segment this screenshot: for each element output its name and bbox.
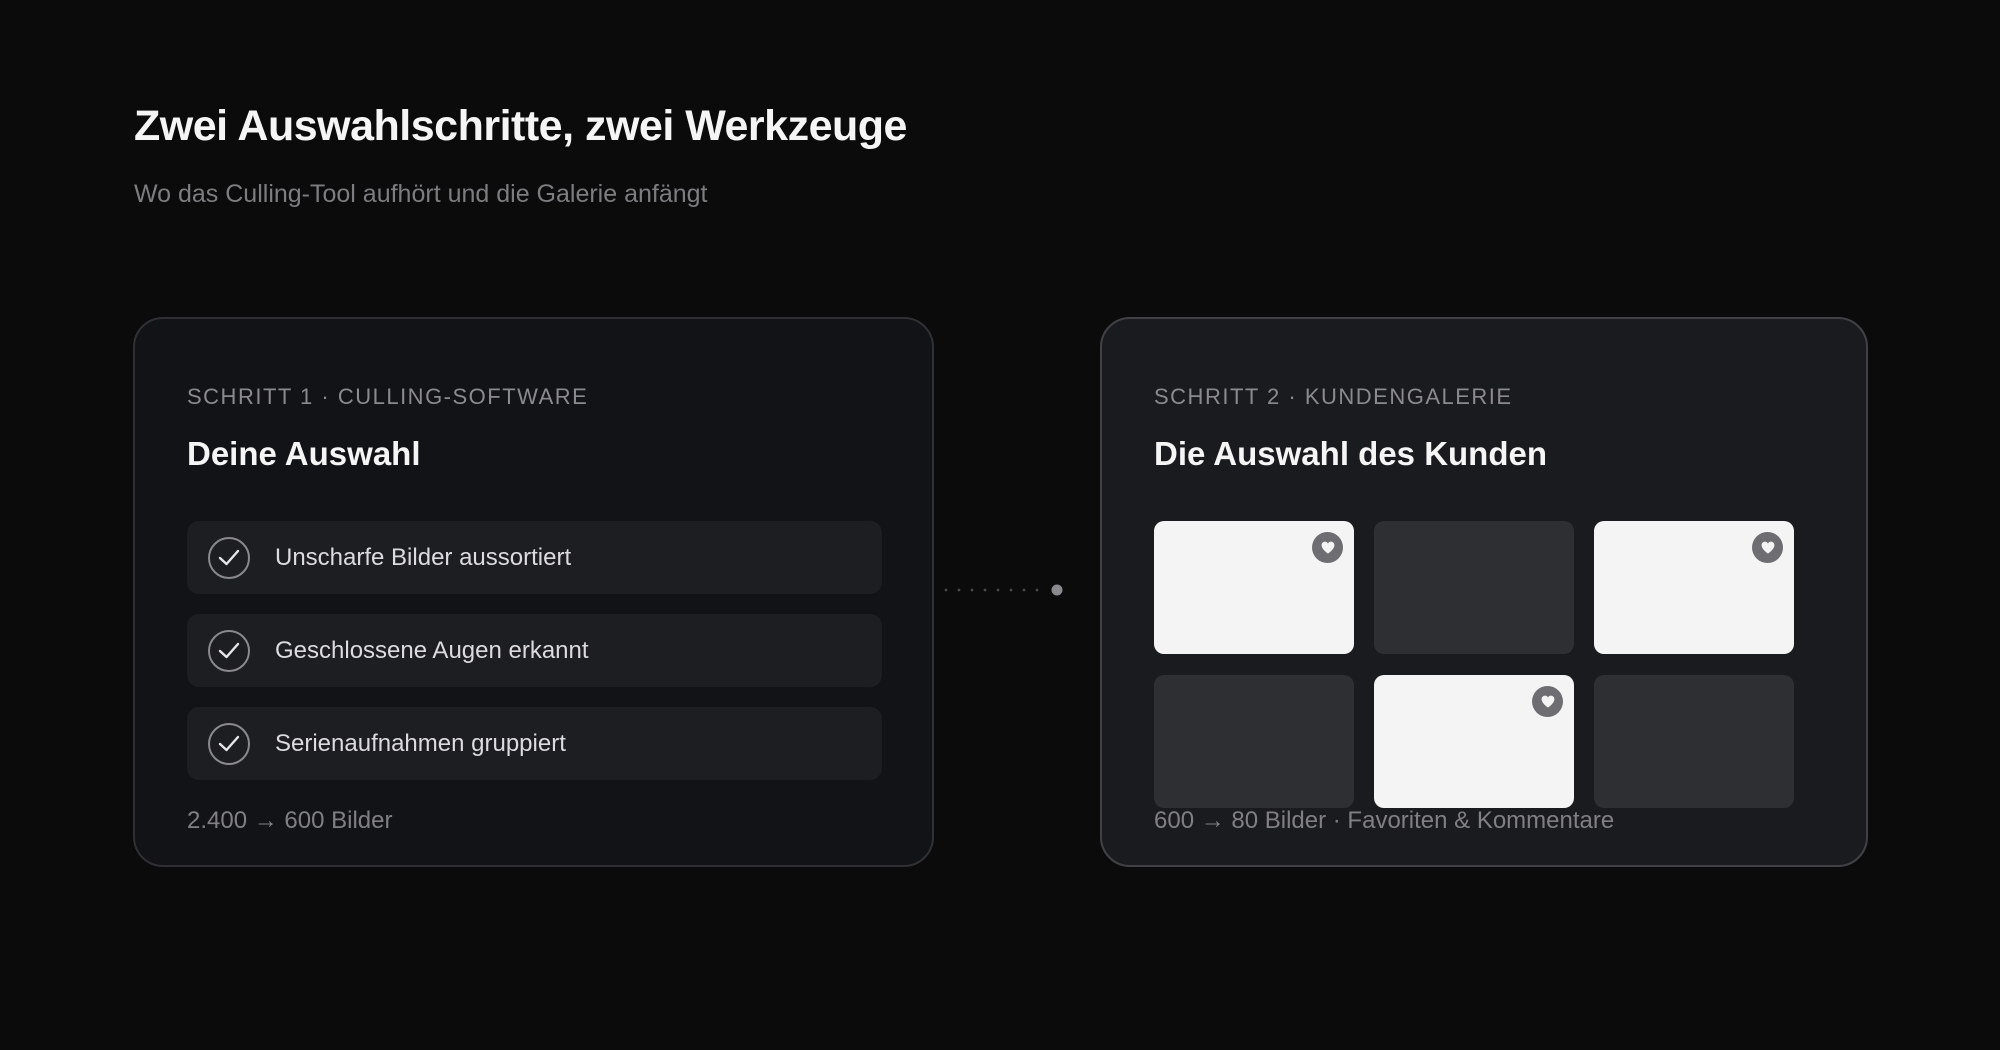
step-2-card: SCHRITT 2 · KUNDENGALERIE Die Auswahl de… xyxy=(1100,317,1868,867)
checklist-item: Unscharfe Bilder aussortiert xyxy=(187,521,882,594)
step-2-footer: 600 → 80 Bilder · Favoriten & Kommentare xyxy=(1154,807,1615,834)
page-subtitle: Wo das Culling-Tool aufhört und die Gale… xyxy=(134,180,708,208)
check-circle-icon xyxy=(208,629,250,672)
checklist-item: Geschlossene Augen erkannt xyxy=(187,614,882,687)
step-2-title: Die Auswahl des Kunden xyxy=(1154,435,1548,472)
gallery-grid xyxy=(1154,521,1794,808)
check-circle-icon xyxy=(208,536,250,579)
heart-icon xyxy=(1312,532,1343,563)
gallery-tile[interactable] xyxy=(1154,675,1354,808)
heart-icon xyxy=(1532,686,1563,717)
step-2-label: SCHRITT 2 · KUNDENGALERIE xyxy=(1154,384,1513,409)
gallery-tile-selected[interactable] xyxy=(1374,675,1574,808)
checklist-item: Serienaufnahmen gruppiert xyxy=(187,707,882,780)
checklist-item-label: Unscharfe Bilder aussortiert xyxy=(275,543,572,571)
gallery-tile[interactable] xyxy=(1594,675,1794,808)
checklist-item-label: Geschlossene Augen erkannt xyxy=(275,636,589,664)
heart-icon xyxy=(1752,532,1783,563)
step-1-checklist: Unscharfe Bilder aussortiert Geschlossen… xyxy=(187,521,882,800)
dotted-connector xyxy=(944,584,1063,596)
step-1-footer: 2.400 → 600 Bilder xyxy=(187,807,393,834)
check-circle-icon xyxy=(208,722,250,765)
page: Zwei Auswahlschritte, zwei Werkzeuge Wo … xyxy=(0,0,2000,1050)
gallery-tile[interactable] xyxy=(1374,521,1574,654)
page-title: Zwei Auswahlschritte, zwei Werkzeuge xyxy=(134,102,907,150)
gallery-tile-selected[interactable] xyxy=(1594,521,1794,654)
step-1-card: SCHRITT 1 · CULLING-SOFTWARE Deine Auswa… xyxy=(133,317,934,867)
step-1-label: SCHRITT 1 · CULLING-SOFTWARE xyxy=(187,384,589,409)
step-1-title: Deine Auswahl xyxy=(187,435,421,472)
gallery-tile-selected[interactable] xyxy=(1154,521,1354,654)
checklist-item-label: Serienaufnahmen gruppiert xyxy=(275,729,566,757)
